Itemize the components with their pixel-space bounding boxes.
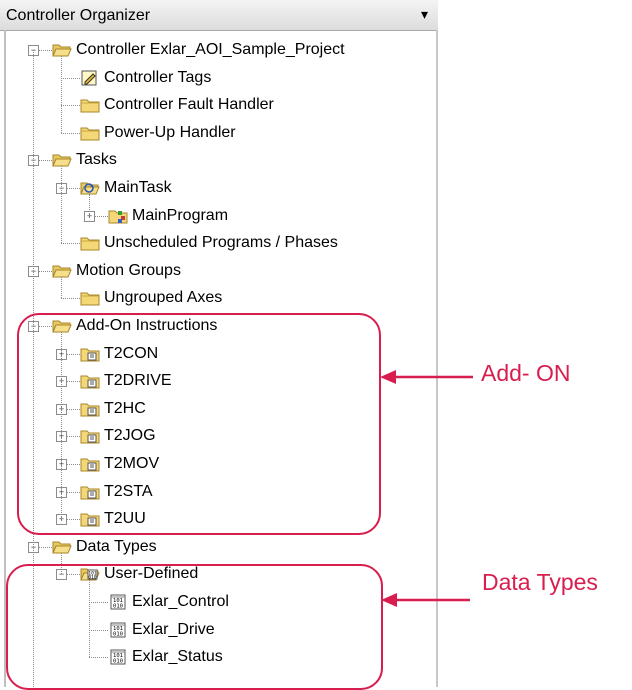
tree-item-label: MainProgram bbox=[132, 206, 229, 224]
tree-guide-line bbox=[61, 56, 62, 133]
tree-connector bbox=[61, 132, 80, 134]
tree-item-label: Ungrouped Axes bbox=[104, 289, 223, 307]
tree-item-label: Controller Tags bbox=[104, 68, 212, 86]
addon-callout-box bbox=[17, 313, 381, 535]
tree-item-motion-groups[interactable]: Motion Groups bbox=[52, 259, 181, 283]
folder-open-icon bbox=[52, 263, 72, 279]
folder-open-icon bbox=[52, 539, 72, 555]
tags-icon bbox=[80, 70, 100, 86]
tree-guide-line bbox=[89, 194, 90, 216]
tree-item-unscheduled-programs-phases[interactable]: Unscheduled Programs / Phases bbox=[80, 231, 338, 255]
tree-connector bbox=[61, 243, 80, 245]
tree-item-controller-exlar-aoi-sample-project[interactable]: Controller Exlar_AOI_Sample_Project bbox=[52, 38, 345, 62]
folder-open-icon bbox=[52, 152, 72, 168]
tree-item-ungrouped-axes[interactable]: Ungrouped Axes bbox=[80, 286, 222, 310]
datatypes-annotation-label: Data Types bbox=[482, 569, 598, 595]
tree-item-data-types[interactable]: Data Types bbox=[52, 535, 157, 559]
tree-connector bbox=[61, 77, 80, 79]
tree-item-label: Motion Groups bbox=[76, 261, 181, 279]
tree-item-mainprogram[interactable]: MainProgram bbox=[108, 204, 228, 228]
tree-guide-line bbox=[61, 276, 62, 299]
folder-icon bbox=[80, 290, 100, 306]
program-icon bbox=[108, 208, 128, 224]
tree-item-label: Controller Exlar_AOI_Sample_Project bbox=[76, 41, 345, 58]
tree-item-label: Power-Up Handler bbox=[104, 123, 236, 141]
tree-item-label: Controller Fault Handler bbox=[104, 96, 274, 114]
tree-connector bbox=[61, 105, 80, 107]
tree-item-label: Tasks bbox=[76, 151, 117, 169]
tree-item-controller-tags[interactable]: Controller Tags bbox=[80, 66, 211, 90]
tree-item-maintask[interactable]: MainTask bbox=[80, 176, 172, 200]
folder-icon bbox=[80, 235, 100, 251]
tree-item-power-up-handler[interactable]: Power-Up Handler bbox=[80, 121, 236, 145]
tree-item-controller-fault-handler[interactable]: Controller Fault Handler bbox=[80, 93, 274, 117]
task-icon bbox=[80, 180, 100, 196]
tree-item-label: MainTask bbox=[104, 179, 172, 196]
tree-item-label: Data Types bbox=[76, 537, 157, 555]
folder-icon bbox=[80, 125, 100, 141]
folder-open-icon bbox=[52, 42, 72, 58]
addon-annotation-label: Add- ON bbox=[481, 360, 571, 386]
tree-connector bbox=[61, 298, 80, 300]
datatypes-callout-box bbox=[6, 564, 383, 690]
folder-icon bbox=[80, 97, 100, 113]
tree-guide-line bbox=[61, 166, 62, 244]
tree-item-label: Unscheduled Programs / Phases bbox=[104, 234, 338, 252]
